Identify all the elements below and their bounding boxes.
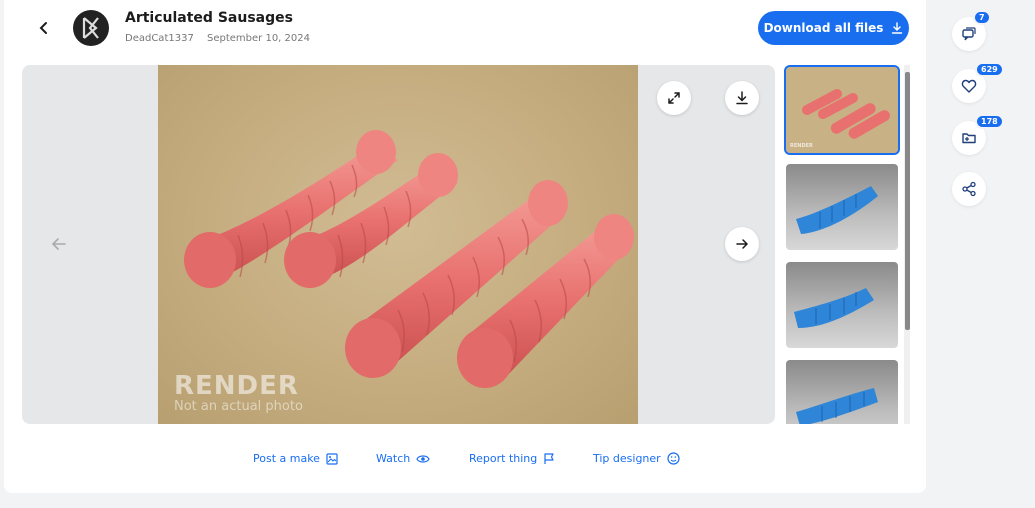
share-button[interactable] — [952, 172, 986, 206]
arrow-left-icon — [51, 238, 66, 250]
thumbnail-scrollbar-thumb[interactable] — [905, 72, 910, 330]
author-logo-icon — [82, 17, 99, 39]
render-watermark-subtitle: Not an actual photo — [174, 399, 303, 414]
tip-designer-button[interactable]: Tip designer — [593, 452, 680, 465]
post-make-label: Post a make — [253, 452, 320, 465]
publish-date: September 10, 2024 — [207, 33, 310, 44]
collections-count-badge: 178 — [975, 114, 1004, 129]
author-avatar[interactable] — [73, 10, 109, 46]
chevron-left-icon — [39, 22, 47, 34]
previous-image-button[interactable] — [48, 233, 70, 255]
fullscreen-button[interactable] — [657, 81, 691, 115]
image-viewer: RENDER Not an actual photo — [22, 65, 775, 424]
heart-icon — [961, 79, 977, 93]
download-image-button[interactable] — [725, 81, 759, 115]
thumbnail-watermark: RENDER — [790, 143, 813, 149]
likes-count-badge: 629 — [975, 62, 1004, 77]
watch-label: Watch — [376, 452, 411, 465]
report-label: Report thing — [469, 452, 538, 465]
watch-button[interactable]: Watch — [376, 452, 430, 465]
author-link[interactable]: DeadCat1337 — [125, 33, 194, 44]
expand-icon — [668, 92, 680, 104]
thing-title: Articulated Sausages — [125, 10, 293, 26]
comments-count-badge: 7 — [973, 10, 991, 25]
thing-meta: DeadCat1337 September 10, 2024 — [125, 33, 310, 44]
comments-icon — [962, 27, 976, 41]
main-render-image: RENDER Not an actual photo — [158, 65, 638, 424]
smiley-icon — [667, 452, 680, 465]
thumbnail-1[interactable]: RENDER — [784, 65, 900, 155]
thumbnail-strip: RENDER — [784, 65, 902, 424]
post-make-button[interactable]: Post a make — [253, 452, 338, 465]
share-icon — [962, 181, 976, 197]
image-icon — [326, 452, 338, 465]
report-button[interactable]: Report thing — [469, 452, 555, 465]
tip-designer-label: Tip designer — [593, 452, 661, 465]
back-button[interactable] — [30, 14, 58, 42]
thumbnail-3[interactable] — [786, 262, 898, 348]
download-icon — [736, 91, 748, 105]
download-all-button[interactable]: Download all files — [758, 11, 909, 45]
render-watermark: RENDER — [174, 371, 299, 401]
folder-plus-icon — [962, 133, 976, 144]
download-all-label: Download all files — [763, 21, 884, 35]
next-image-button[interactable] — [725, 227, 759, 261]
eye-icon — [416, 454, 430, 463]
flag-icon — [544, 452, 554, 464]
arrow-right-icon — [736, 239, 749, 249]
thumbnail-2[interactable] — [786, 164, 898, 250]
download-icon — [892, 22, 903, 34]
thing-card: Articulated Sausages DeadCat1337 Septemb… — [4, 0, 926, 493]
thumbnail-4[interactable] — [786, 360, 898, 424]
